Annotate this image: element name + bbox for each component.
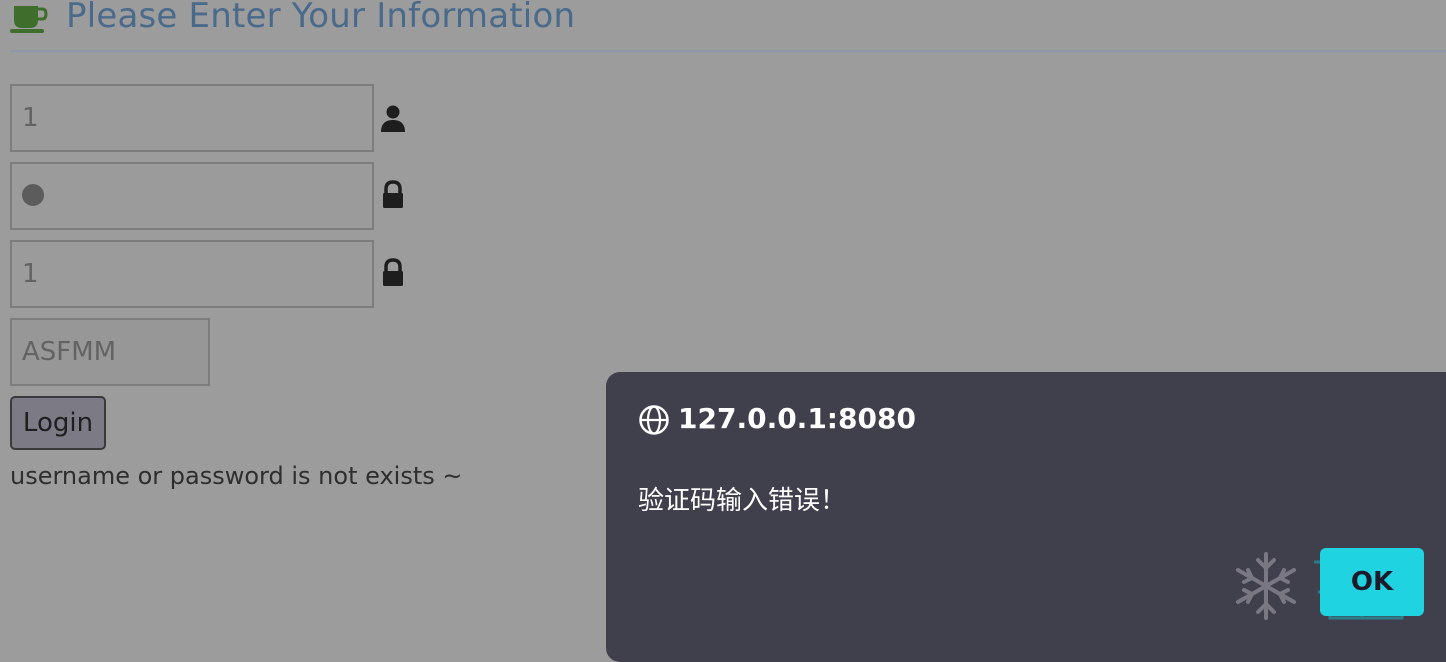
confirm-password-value: 1 [22, 259, 39, 289]
globe-icon [639, 405, 669, 435]
alert-dialog: 127.0.0.1:8080 验证码输入错误！ OK [606, 372, 1446, 662]
page-title: Please Enter Your Information [66, 0, 576, 36]
password-input[interactable] [10, 162, 374, 230]
confirm-password-input[interactable]: 1 [10, 240, 374, 308]
alert-origin: 127.0.0.1:8080 [678, 402, 916, 435]
login-error-message: username or password is not exists ~ [10, 462, 463, 490]
lock-icon [383, 180, 403, 208]
login-button[interactable]: Login [10, 396, 106, 450]
page-header: Please Enter Your Information [10, 0, 1446, 52]
captcha-input[interactable]: ASFMM [10, 318, 210, 386]
username-input[interactable]: 1 [10, 84, 374, 152]
coffee-cup-icon [10, 6, 48, 33]
captcha-value: ASFMM [22, 337, 117, 367]
user-icon [381, 105, 405, 132]
username-value: 1 [22, 103, 39, 133]
password-mask-dot [22, 183, 44, 206]
alert-message: 验证码输入错误！ [638, 486, 847, 516]
ok-button[interactable]: OK [1320, 548, 1424, 616]
lock-icon [383, 258, 403, 286]
